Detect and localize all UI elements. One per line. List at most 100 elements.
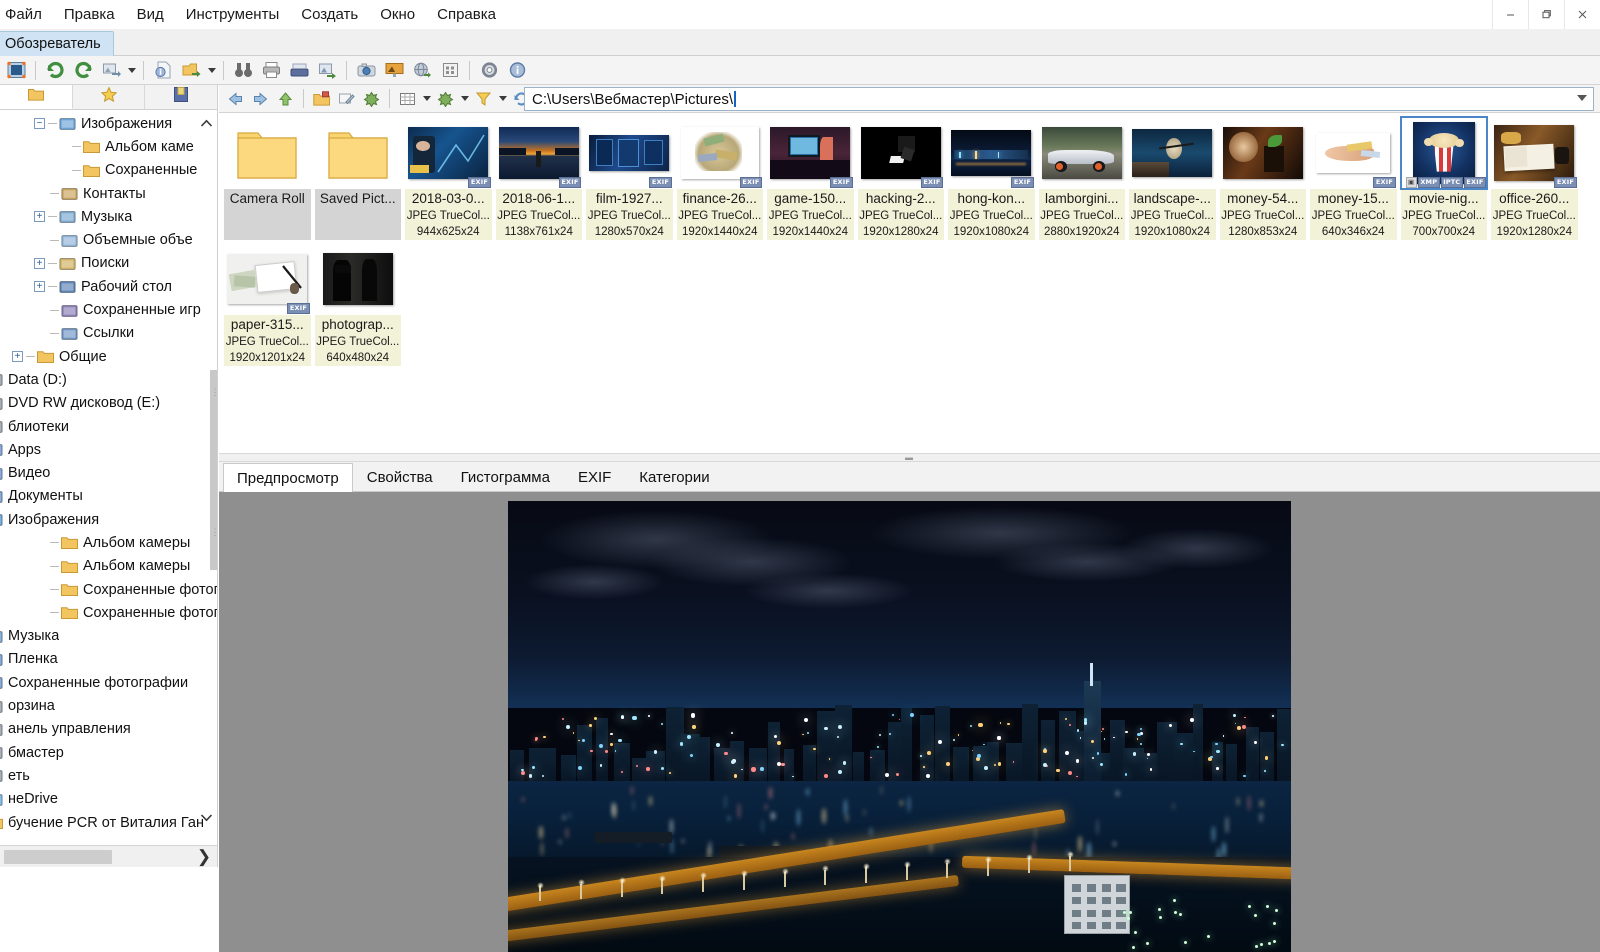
tree-expand-icon[interactable]: + — [34, 281, 45, 292]
tree-item[interactable]: +Музыка — [0, 205, 218, 228]
web-page-button[interactable] — [409, 58, 435, 83]
thumbnail-image[interactable]: EXIF — [948, 117, 1035, 189]
tree-item[interactable]: Музыка — [0, 625, 218, 648]
tree-item[interactable]: +Рабочий стол — [0, 275, 218, 298]
tree-item[interactable]: Альбом каме — [0, 135, 218, 158]
thumbnail-image[interactable]: EXIF — [586, 117, 673, 189]
thumbnail-image[interactable]: EXIF — [858, 117, 945, 189]
tree-item[interactable]: Apps — [0, 438, 218, 461]
thumbnail-item[interactable]: EXIFmoney-15...JPEG TrueCol...640x346x24 — [1310, 117, 1397, 240]
gear-icon[interactable] — [476, 58, 502, 83]
tree-item[interactable]: Сохраненные фотограф — [0, 601, 218, 624]
tree-item[interactable]: −Изображения — [0, 112, 218, 135]
thumbnail-item[interactable]: EXIFoffice-260...JPEG TrueCol...1920x128… — [1491, 117, 1578, 240]
sidebar-hscroll-thumb[interactable] — [4, 850, 112, 864]
grid-view-dropdown[interactable] — [420, 86, 433, 111]
batch-convert-button[interactable] — [98, 58, 124, 83]
export-image-button[interactable] — [314, 58, 340, 83]
thumbnail-item[interactable]: money-54...JPEG TrueCol...1280x853x24 — [1220, 117, 1307, 240]
batch-rename-dropdown[interactable] — [205, 58, 218, 83]
tree-item[interactable]: Изображения — [0, 508, 218, 531]
thumbnail-item[interactable]: Camera Roll — [224, 117, 311, 240]
preview-pane[interactable] — [219, 492, 1600, 952]
new-folder-button[interactable] — [310, 87, 333, 110]
tree-item[interactable]: Data (D:) — [0, 368, 218, 391]
preview-tab-1[interactable]: Свойства — [353, 462, 447, 491]
rotate-right-button[interactable] — [70, 58, 96, 83]
forward-button[interactable] — [249, 87, 272, 110]
batch-convert-dropdown[interactable] — [125, 58, 138, 83]
thumbnail-image[interactable] — [315, 243, 402, 315]
thumbnail-image[interactable]: EXIF — [1491, 117, 1578, 189]
tree-scroll-down-arrow[interactable] — [198, 809, 214, 825]
menu-edit[interactable]: Правка — [53, 4, 126, 25]
tree-item[interactable]: DVD RW дисковод (E:) — [0, 392, 218, 415]
thumbnail-item[interactable]: lamborgini...JPEG TrueCol...2880x1920x24 — [1039, 117, 1126, 240]
restore-button[interactable] — [1528, 0, 1564, 29]
thumbnail-image[interactable]: EXIF — [405, 117, 492, 189]
tree-item[interactable]: Контакты — [0, 182, 218, 205]
print-button[interactable] — [258, 58, 284, 83]
tree-item[interactable]: неDrive — [0, 788, 218, 811]
thumbnail-image[interactable] — [1220, 117, 1307, 189]
thumbnail-item[interactable]: landscape-...JPEG TrueCol...1920x1080x24 — [1129, 117, 1216, 240]
rotate-left-button[interactable] — [42, 58, 68, 83]
scanner-button[interactable] — [286, 58, 312, 83]
thumbnail-item[interactable]: EXIF2018-03-0...JPEG TrueCol...944x625x2… — [405, 117, 492, 240]
menu-view[interactable]: Вид — [126, 4, 175, 25]
thumbnail-item[interactable]: EXIFhacking-2...JPEG TrueCol...1920x1280… — [858, 117, 945, 240]
thumbnail-image[interactable]: EXIF — [677, 117, 764, 189]
sort-icon[interactable] — [434, 87, 457, 110]
thumbnail-image[interactable] — [224, 117, 311, 189]
thumbnail-image[interactable]: EXIF — [1310, 117, 1397, 189]
thumbnail-item[interactable]: EXIFfinance-26...JPEG TrueCol...1920x144… — [677, 117, 764, 240]
delete-button[interactable] — [360, 87, 383, 110]
tree-item[interactable]: Документы — [0, 485, 218, 508]
grid-view-icon[interactable] — [396, 87, 419, 110]
address-bar[interactable]: C:\Users\Вебмастер\Pictures\ — [524, 87, 1594, 111]
sidebar-tab-catalog[interactable] — [145, 85, 218, 109]
batch-rename-button[interactable] — [178, 58, 204, 83]
panel-splitter-grip[interactable]: ⋮ — [212, 375, 218, 409]
thumbnail-image[interactable] — [1039, 117, 1126, 189]
thumbnail-item[interactable]: Saved Pict... — [315, 117, 402, 240]
contact-sheet-button[interactable] — [437, 58, 463, 83]
preview-tab-2[interactable]: Гистограмма — [447, 462, 564, 491]
filter-dropdown[interactable] — [496, 86, 509, 111]
tree-item[interactable]: Альбом камеры — [0, 531, 218, 554]
tree-item[interactable]: бмастер — [0, 741, 218, 764]
tree-item[interactable]: +Общие — [0, 345, 218, 368]
tree-item[interactable]: анель управления — [0, 718, 218, 741]
tree-item[interactable]: Сохраненные игр — [0, 298, 218, 321]
folder-tree[interactable]: −ИзображенияАльбом камеСохраненныеКонтак… — [0, 110, 218, 845]
sidebar-hscroll-right-arrow[interactable]: ❯ — [194, 847, 214, 867]
thumbnail-image[interactable]: ▣XMPIPTCEXIF — [1401, 117, 1488, 189]
info-icon[interactable] — [504, 58, 530, 83]
menu-help[interactable]: Справка — [426, 4, 507, 25]
tree-item[interactable]: еть — [0, 764, 218, 787]
rename-button[interactable] — [335, 87, 358, 110]
preview-tab-0[interactable]: Предпросмотр — [223, 463, 353, 492]
tree-scroll-up-arrow[interactable] — [198, 115, 214, 131]
tree-expand-icon[interactable]: + — [12, 351, 23, 362]
tree-item[interactable]: Пленка — [0, 648, 218, 671]
thumbnail-pane[interactable]: Camera RollSaved Pict...EXIF2018-03-0...… — [219, 113, 1600, 453]
find-button[interactable] — [230, 58, 256, 83]
file-info-button[interactable] — [150, 58, 176, 83]
slideshow-button[interactable] — [381, 58, 407, 83]
menu-window[interactable]: Окно — [369, 4, 426, 25]
back-button[interactable] — [224, 87, 247, 110]
tree-item[interactable]: Сохраненные — [0, 159, 218, 182]
close-button[interactable] — [1564, 0, 1600, 29]
browser-view-button[interactable] — [3, 58, 29, 83]
filter-icon[interactable] — [472, 87, 495, 110]
thumbnail-item[interactable]: photograp...JPEG TrueCol...640x480x24 — [315, 243, 402, 366]
pane-splitter[interactable]: ▬ — [219, 453, 1600, 462]
tree-expand-icon[interactable]: + — [34, 211, 45, 222]
tree-expand-icon[interactable]: + — [34, 258, 45, 269]
tree-item[interactable]: Ссылки — [0, 322, 218, 345]
tree-item[interactable]: Видео — [0, 461, 218, 484]
sidebar-tab-favorites[interactable] — [73, 85, 146, 109]
thumbnail-image[interactable]: EXIF — [767, 117, 854, 189]
thumbnail-item[interactable]: EXIF2018-06-1...JPEG TrueCol...1138x761x… — [496, 117, 583, 240]
